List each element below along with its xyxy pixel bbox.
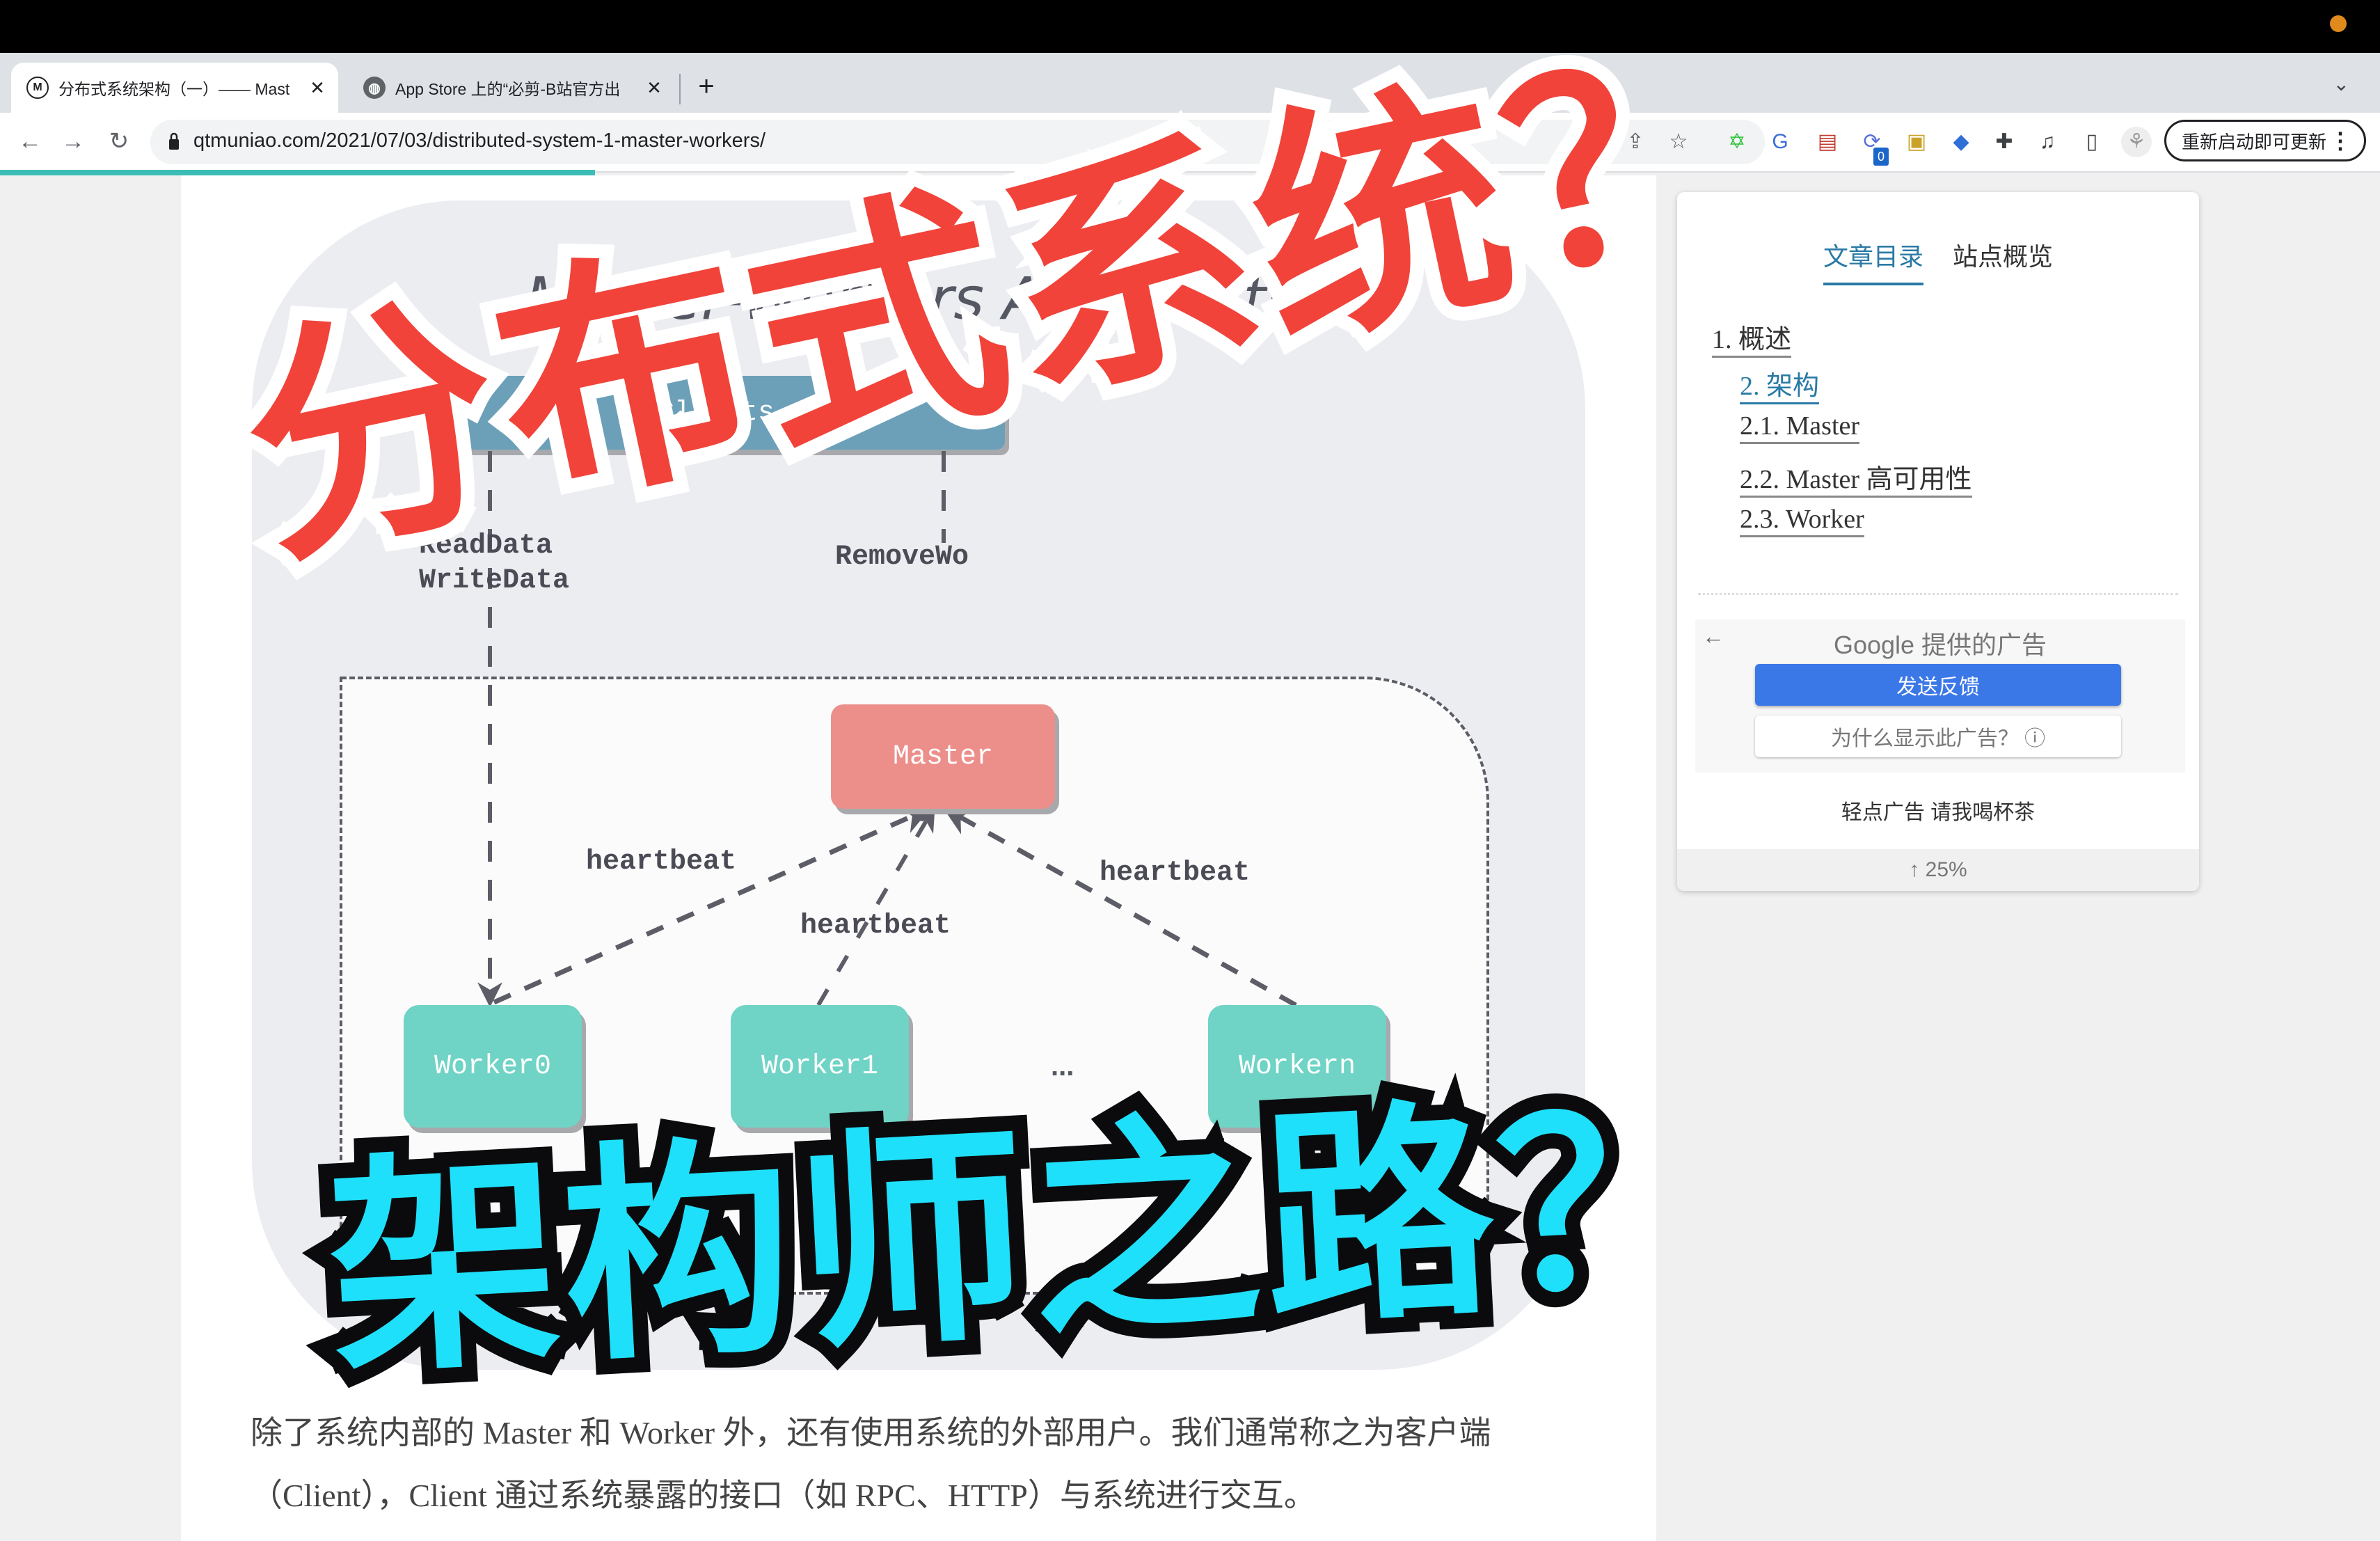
heartbeat-label-worker1: heartbeat [800, 910, 951, 942]
new-tab-button[interactable]: + [689, 65, 724, 107]
tab-app-store[interactable]: ◍ App Store 上的“必剪-B站官方出 ✕ [348, 63, 675, 113]
master-node: Master [831, 704, 1055, 809]
edge-label-removework: RemoveWo [835, 542, 969, 573]
ad-caption: 轻点广告 请我喝杯茶 [1841, 801, 2036, 824]
arrow-up-icon: ↑ [1909, 858, 1920, 881]
tab-separator [679, 74, 681, 104]
toc-item[interactable]: 2.1. Master [1712, 411, 1972, 457]
table-of-contents: 1. 概述 2. 架构 2.1. Master 2.2. Master 高可用性… [1712, 317, 1972, 551]
forward-button[interactable]: → [57, 125, 89, 157]
article-paragraph-line: 除了系统内部的 Master 和 Worker 外，还有使用系统的外部用户。我们… [251, 1415, 1491, 1451]
screen-recorder-bar [0, 0, 2380, 53]
relaunch-label: 重新启动即可更新 [2182, 131, 2327, 152]
tab-title: 分布式系统架构（一）—— Mast [58, 80, 290, 98]
flag-extension-icon[interactable]: ▤ [1812, 127, 1843, 157]
toc-item[interactable]: 2. 架构 [1712, 364, 1972, 411]
close-tab-icon[interactable]: ✕ [305, 77, 330, 99]
page-load-progress-fill [0, 170, 595, 175]
tab-search-chevron-icon[interactable]: ⌄ [2333, 72, 2349, 95]
google-translate-icon[interactable]: G [1765, 127, 1795, 157]
extensions-puzzle-icon[interactable]: ✚ [1989, 127, 2020, 157]
url-text[interactable]: qtmuniao.com/2021/07/03/distributed-syst… [193, 129, 765, 152]
profile-avatar[interactable]: ⚘ [2121, 127, 2152, 157]
heartbeat-label-worker0: heartbeat [586, 846, 737, 878]
back-to-top-button[interactable]: ↑ 25% [1677, 849, 2199, 891]
relaunch-update-button[interactable]: 重新启动即可更新 ⋮ [2164, 120, 2366, 161]
extension-badge: 0 [1873, 148, 1889, 166]
media-control-icon[interactable]: ♫ [2032, 127, 2063, 157]
heartbeat-label-workern: heartbeat [1100, 858, 1251, 889]
recording-indicator-icon [2330, 15, 2347, 32]
sidebar-divider [1698, 593, 2178, 595]
ad-header: Google 提供的广告 [1833, 631, 2047, 659]
image-download-icon[interactable]: ▣ [1901, 127, 1932, 157]
tab-article[interactable]: M 分布式系统架构（一）—— Mast ✕ [11, 63, 338, 113]
reload-button[interactable]: ↻ [103, 125, 135, 157]
close-tab-icon[interactable]: ✕ [642, 77, 667, 99]
globe-icon: ◍ [363, 77, 386, 99]
article-paragraph-line: （Client），Client 通过系统暴露的接口（如 RPC、HTTP）与系统… [251, 1478, 1316, 1513]
back-button[interactable]: ← [14, 125, 46, 157]
extension-diamond-icon[interactable]: ◆ [1946, 127, 1976, 157]
toc-item[interactable]: 1. 概述 [1712, 317, 1972, 364]
ad-panel: Google 提供的广告 ← 发送反馈 为什么显示此广告？ ⓘ [1695, 619, 2185, 773]
lock-icon [169, 132, 179, 150]
tab-toc[interactable]: 文章目录 [1823, 237, 1923, 285]
more-menu-icon[interactable]: ⋮ [2329, 127, 2351, 154]
tab-site-overview[interactable]: 站点概览 [1953, 237, 2053, 283]
side-panel-icon[interactable]: ▯ [2077, 127, 2107, 157]
back-arrow-icon[interactable]: ← [1702, 624, 1724, 649]
toc-item[interactable]: 2.3. Worker [1712, 504, 1972, 551]
why-this-ad-button[interactable]: 为什么显示此广告？ ⓘ [1755, 716, 2121, 757]
toc-item[interactable]: 2.2. Master 高可用性 [1712, 457, 1972, 504]
tab-title: App Store 上的“必剪-B站官方出 [395, 80, 621, 98]
send-feedback-button[interactable]: 发送反馈 [1755, 664, 2121, 706]
scroll-progress: 25% [1925, 858, 1967, 881]
site-logo-icon: M [26, 77, 49, 99]
